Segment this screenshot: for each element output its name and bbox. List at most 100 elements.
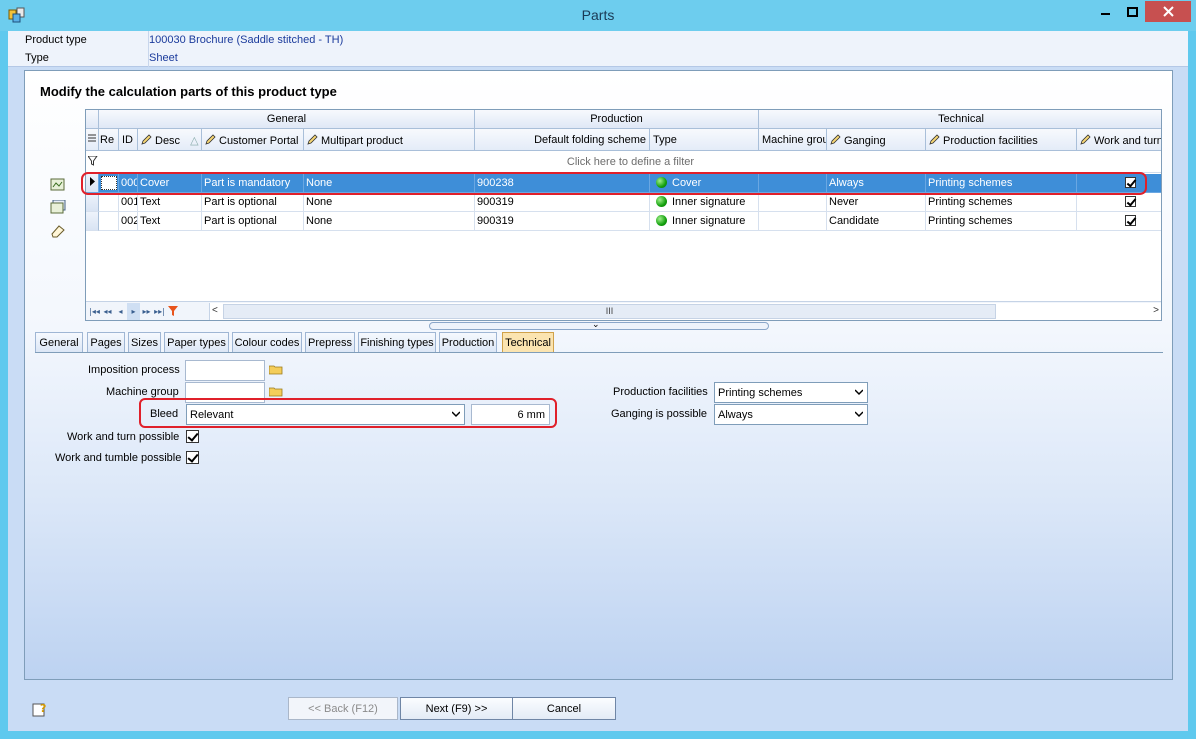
- cell-multipart[interactable]: None: [304, 193, 475, 212]
- work-turn-checkbox[interactable]: [1125, 177, 1136, 188]
- tab-production[interactable]: Production: [439, 332, 497, 352]
- cell-type[interactable]: Inner signature: [650, 212, 759, 231]
- cell-portal[interactable]: Part is mandatory: [202, 174, 304, 193]
- col-header-desc-label: Desc: [155, 135, 181, 147]
- bleed-amount-field[interactable]: 6 mm: [471, 404, 550, 425]
- ganging-select[interactable]: Always: [714, 404, 868, 425]
- cell-id[interactable]: 002: [119, 212, 138, 231]
- nav-last-button[interactable]: ▸▸|: [153, 303, 166, 320]
- cancel-button[interactable]: Cancel: [512, 697, 616, 720]
- row-indicator[interactable]: [86, 174, 99, 193]
- cell-id[interactable]: 000: [119, 174, 138, 193]
- close-button[interactable]: [1145, 1, 1191, 22]
- tab-sizes[interactable]: Sizes: [128, 332, 161, 352]
- production-facilities-select[interactable]: Printing schemes: [714, 382, 868, 403]
- col-header-id[interactable]: ID: [119, 129, 138, 150]
- copy-part-icon[interactable]: [50, 200, 66, 214]
- col-header-ganging[interactable]: Ganging: [827, 129, 926, 150]
- col-header-re[interactable]: Re: [99, 129, 119, 150]
- type-value[interactable]: Sheet: [148, 49, 178, 67]
- col-header-folding[interactable]: Default folding scheme: [475, 129, 650, 150]
- bleed-select[interactable]: Relevant: [186, 404, 465, 425]
- tab-colour-codes[interactable]: Colour codes: [232, 332, 302, 352]
- next-button[interactable]: Next (F9) >>: [400, 697, 513, 720]
- machine-group-field[interactable]: [185, 382, 265, 403]
- cell-portal[interactable]: Part is optional: [202, 193, 304, 212]
- cell-id[interactable]: 001: [119, 193, 138, 212]
- col-header-multipart[interactable]: Multipart product: [304, 129, 475, 150]
- cell-ganging[interactable]: Candidate: [827, 212, 926, 231]
- column-chooser-icon[interactable]: [86, 129, 99, 150]
- cell-desc[interactable]: Text: [138, 193, 202, 212]
- cell-ganging[interactable]: Always: [827, 174, 926, 193]
- nav-next-page-button[interactable]: ▸▸: [140, 303, 153, 320]
- table-row[interactable]: 001 Text Part is optional None 900319 In…: [86, 193, 1161, 212]
- cell-facilities[interactable]: Printing schemes: [926, 193, 1077, 212]
- cell-folding[interactable]: 900319: [475, 212, 650, 231]
- work-turn-checkbox[interactable]: [1125, 196, 1136, 207]
- row-indicator[interactable]: [86, 193, 99, 212]
- nav-next-button[interactable]: ▸: [127, 302, 140, 320]
- nav-first-button[interactable]: |◂◂: [88, 303, 101, 320]
- scroll-right-icon[interactable]: >: [1153, 305, 1159, 316]
- col-header-customer-portal[interactable]: Customer Portal: [202, 129, 304, 150]
- cell-facilities[interactable]: Printing schemes: [926, 174, 1077, 193]
- cell-multipart[interactable]: None: [304, 174, 475, 193]
- bleed-label: Bleed: [150, 408, 179, 420]
- col-header-work-turn[interactable]: Work and turn: [1077, 129, 1161, 150]
- cell-machine-group[interactable]: [759, 212, 827, 231]
- scroll-thumb[interactable]: III: [223, 304, 996, 319]
- cell-re[interactable]: [99, 193, 119, 212]
- grid-filter-row[interactable]: Click here to define a filter: [86, 151, 1161, 173]
- folder-icon[interactable]: [269, 364, 283, 375]
- tab-paper-types[interactable]: Paper types: [164, 332, 229, 352]
- cell-re[interactable]: [99, 174, 119, 193]
- work-turn-checkbox[interactable]: [186, 430, 199, 443]
- tab-general[interactable]: General: [35, 332, 83, 352]
- tab-finishing-types[interactable]: Finishing types: [358, 332, 436, 352]
- band-general: General: [99, 110, 475, 128]
- table-row[interactable]: 000 Cover Part is mandatory None 900238 …: [86, 174, 1161, 193]
- nav-filter-button[interactable]: [166, 303, 179, 320]
- scroll-left-icon[interactable]: <: [212, 305, 218, 316]
- horizontal-scrollbar[interactable]: < III >: [209, 303, 1161, 320]
- tab-pages[interactable]: Pages: [87, 332, 125, 352]
- product-type-value[interactable]: 100030 Brochure (Saddle stitched - TH): [148, 31, 343, 49]
- cell-type[interactable]: Inner signature: [650, 193, 759, 212]
- cell-machine-group[interactable]: [759, 193, 827, 212]
- cell-folding[interactable]: 900238: [475, 174, 650, 193]
- help-icon[interactable]: ?: [32, 701, 48, 717]
- work-tumble-checkbox[interactable]: [186, 451, 199, 464]
- cell-facilities[interactable]: Printing schemes: [926, 212, 1077, 231]
- tab-prepress[interactable]: Prepress: [305, 332, 355, 352]
- cell-multipart[interactable]: None: [304, 212, 475, 231]
- cell-re[interactable]: [99, 212, 119, 231]
- minimize-button[interactable]: [1093, 1, 1119, 22]
- cell-work-turn[interactable]: [1077, 212, 1161, 231]
- table-row[interactable]: 002 Text Part is optional None 900319 In…: [86, 212, 1161, 231]
- nav-prev-page-button[interactable]: ◂◂: [101, 303, 114, 320]
- work-turn-checkbox[interactable]: [1125, 215, 1136, 226]
- cell-machine-group[interactable]: [759, 174, 827, 193]
- tab-technical[interactable]: Technical: [502, 332, 554, 352]
- col-header-facilities[interactable]: Production facilities: [926, 129, 1077, 150]
- maximize-button[interactable]: [1119, 1, 1145, 22]
- folder-icon[interactable]: [269, 386, 283, 397]
- col-header-machine-group[interactable]: Machine grou: [759, 129, 827, 150]
- eraser-icon[interactable]: [50, 224, 66, 238]
- col-header-type[interactable]: Type: [650, 129, 759, 150]
- cell-type[interactable]: Cover: [650, 174, 759, 193]
- row-indicator[interactable]: [86, 212, 99, 231]
- cell-desc[interactable]: Cover: [138, 174, 202, 193]
- nav-prev-button[interactable]: ◂: [114, 303, 127, 320]
- col-header-desc[interactable]: Desc △: [138, 129, 202, 150]
- cell-work-turn[interactable]: [1077, 174, 1161, 193]
- add-part-icon[interactable]: [50, 178, 66, 192]
- cell-portal[interactable]: Part is optional: [202, 212, 304, 231]
- cell-work-turn[interactable]: [1077, 193, 1161, 212]
- cell-ganging[interactable]: Never: [827, 193, 926, 212]
- imposition-process-field[interactable]: [185, 360, 265, 381]
- cell-desc[interactable]: Text: [138, 212, 202, 231]
- cell-folding[interactable]: 900319: [475, 193, 650, 212]
- back-button[interactable]: << Back (F12): [288, 697, 398, 720]
